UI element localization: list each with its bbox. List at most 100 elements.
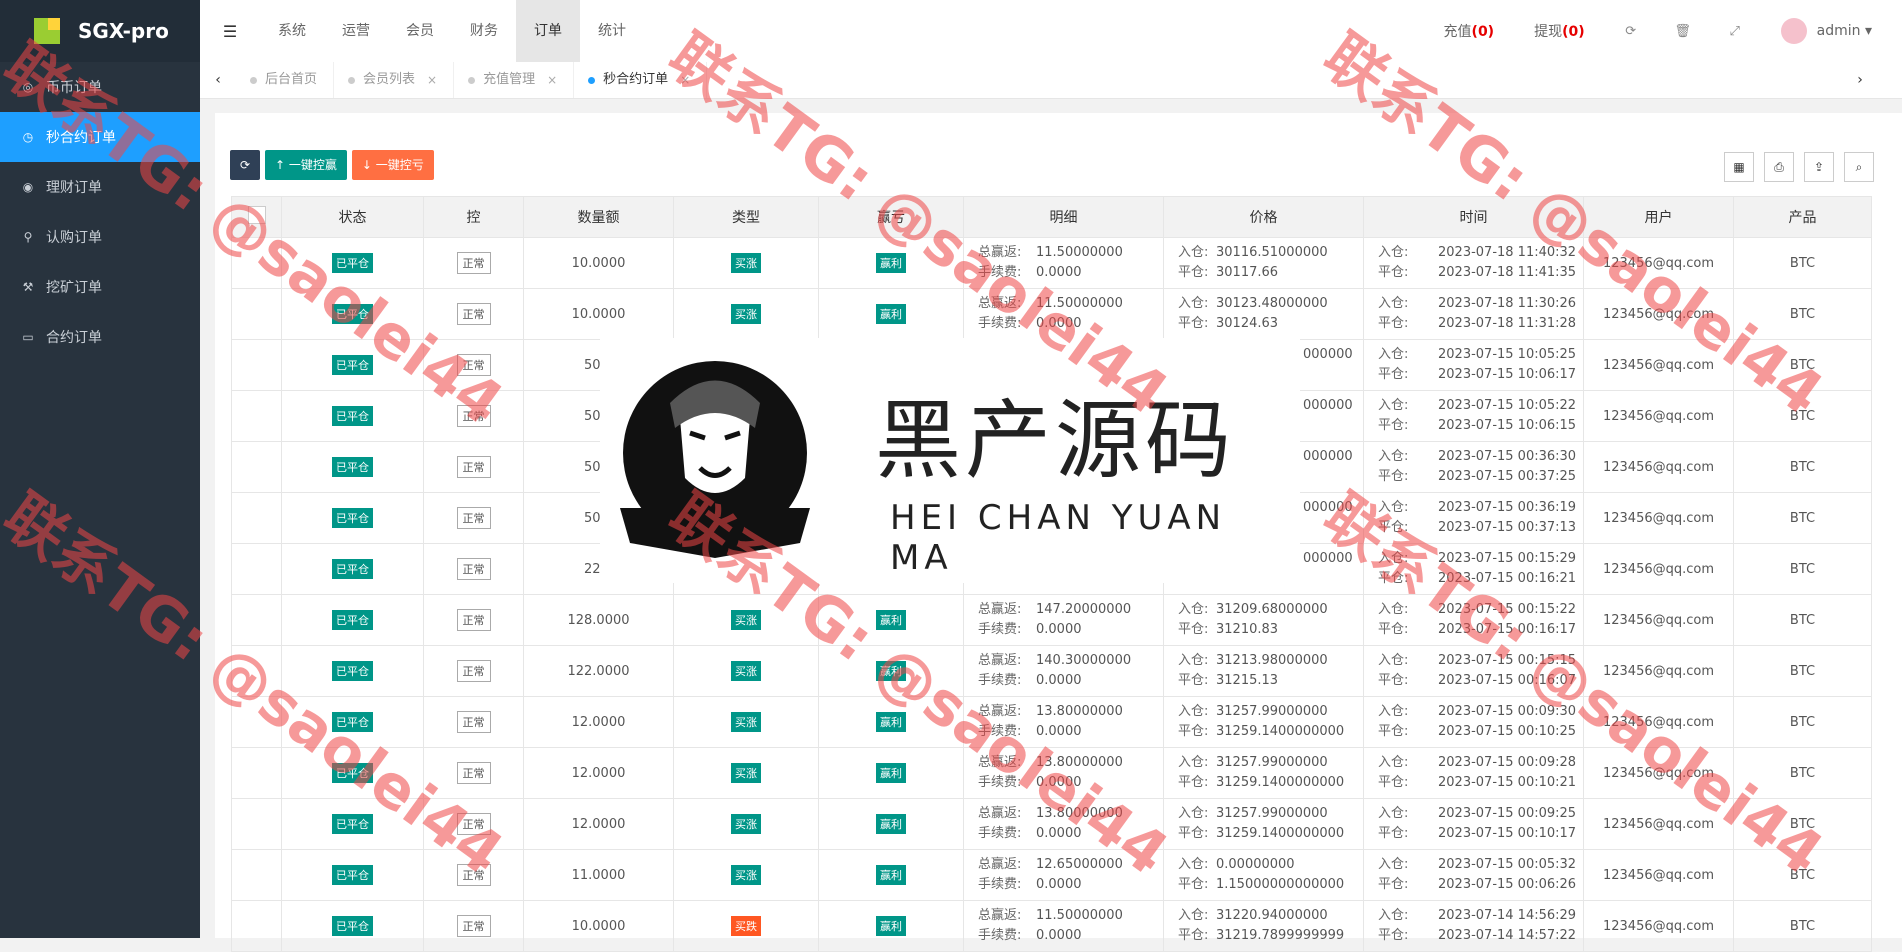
column-header[interactable]: 时间 [1363, 196, 1584, 238]
top-nav-item[interactable]: 会员 [388, 0, 452, 62]
tabs-next-icon[interactable]: › [1842, 72, 1878, 88]
tab[interactable]: 秒合约订单 × [574, 62, 708, 98]
column-header[interactable]: 数量额 [523, 196, 674, 238]
control-select[interactable]: 正常 [456, 813, 491, 835]
status-cell: 已平仓 [281, 288, 424, 340]
control-select[interactable]: 正常 [456, 711, 491, 733]
control-select[interactable]: 正常 [456, 609, 491, 631]
table-row[interactable]: 已平仓 正常 11.0000 买涨 赢利 总赢返: 12.65000000 手续费: 0.000… [231, 849, 1872, 901]
tab-label: 后台首页 [265, 72, 318, 87]
status-cell: 已平仓 [281, 645, 424, 697]
column-header[interactable]: 价格 [1163, 196, 1364, 238]
sidebar-item-label: 认购订单 [46, 230, 102, 246]
tab[interactable]: 会员列表 × [334, 62, 455, 98]
price-cell: 入仓: 31257.99000000 平仓: 31259.1400000000 [1163, 696, 1364, 748]
column-header[interactable]: 产品 [1733, 196, 1872, 238]
type-cell: 买涨 [673, 696, 819, 748]
status-cell: 已平仓 [281, 492, 424, 544]
trash-icon[interactable]: 🗑 [1657, 24, 1709, 39]
top-bar: ☰ 系统 运营 会员 财务 订单 统计 充值(0) 提现(0) ⟳ 🗑 ⤢ admin ▾ [200, 0, 1902, 63]
time-cell: 入仓: 2023-07-15 00:36:30 平仓: 2023-07-15 00:3… [1363, 441, 1584, 493]
table-row[interactable]: 已平仓 正常 10.0000 买跌 赢利 总赢返: 11.50000000 手续费: 0.000… [231, 900, 1872, 952]
user-menu[interactable]: admin ▾ [1780, 18, 1872, 44]
column-header[interactable]: 控 [423, 196, 524, 238]
export-icon[interactable]: ⇪ [1804, 152, 1834, 182]
refresh-icon[interactable]: ⟳ [1605, 24, 1657, 39]
sidebar-item[interactable]: ◉ 理财订单 [0, 162, 200, 212]
sidebar-item[interactable]: ⚒ 挖矿订单 [0, 262, 200, 312]
fullscreen-icon[interactable]: ⤢ [1709, 24, 1761, 39]
control-select[interactable]: 正常 [456, 354, 491, 376]
control-cell: 正常 [423, 390, 524, 442]
print-icon[interactable]: ⎙ [1764, 152, 1794, 182]
status-badge: 已平仓 [332, 559, 373, 579]
control-select[interactable]: 正常 [456, 456, 491, 478]
table-row[interactable]: 已平仓 正常 12.0000 买涨 赢利 总赢返: 13.80000000 手续费: 0.000… [231, 747, 1872, 799]
coin-icon: ◎ [22, 80, 34, 94]
pl-cell: 赢利 [818, 747, 964, 799]
control-select[interactable]: 正常 [456, 405, 491, 427]
finance-icon: ◉ [22, 180, 34, 194]
sidebar-item[interactable]: ◷ 秒合约订单 [0, 112, 200, 162]
sidebar-item[interactable]: ▭ 合约订单 [0, 312, 200, 362]
column-header[interactable]: 状态 [281, 196, 424, 238]
close-icon[interactable]: × [427, 62, 437, 98]
control-select[interactable]: 正常 [456, 660, 491, 682]
tabs-bar: ‹ 后台首页 会员列表 × 充值管理 × 秒合约订单 × › [200, 62, 1902, 99]
app-logo[interactable]: SGX-pro [0, 0, 200, 62]
table-row[interactable]: 已平仓 正常 128.0000 买涨 赢利 总赢返: 147.20000000 手续费: 0.0… [231, 594, 1872, 646]
search-icon[interactable]: ⌕ [1844, 152, 1874, 182]
tabs-prev-icon[interactable]: ‹ [200, 72, 236, 88]
table-row[interactable]: 已平仓 正常 10.0000 买涨 赢利 总赢返: 11.50000000 手续费: 0.000… [231, 237, 1872, 289]
column-header[interactable]: 用户 [1583, 196, 1734, 238]
withdraw-link[interactable]: 提现(0) [1534, 21, 1585, 41]
control-cell: 正常 [423, 339, 524, 391]
sidebar-item[interactable]: ⚲ 认购订单 [0, 212, 200, 262]
control-select[interactable]: 正常 [456, 558, 491, 580]
win-all-button[interactable]: ↑ 一键控赢 [265, 150, 347, 180]
type-badge: 买涨 [731, 253, 761, 273]
column-header[interactable]: 赢亏 [818, 196, 964, 238]
row-select-cell [231, 237, 282, 289]
column-header[interactable]: 类型 [673, 196, 819, 238]
top-nav-item[interactable]: 统计 [580, 0, 644, 62]
table-row[interactable]: 已平仓 正常 122.0000 买涨 赢利 总赢返: 140.30000000 手续费: 0.0… [231, 645, 1872, 697]
menu-toggle-icon[interactable]: ☰ [200, 22, 260, 41]
tab[interactable]: 充值管理 × [454, 62, 575, 98]
status-badge: 已平仓 [332, 406, 373, 426]
user-cell: 123456@qq.com [1583, 237, 1734, 289]
user-cell: 123456@qq.com [1583, 441, 1734, 493]
price-cell: 入仓: 0.00000000 平仓: 1.15000000000000 [1163, 849, 1364, 901]
control-select[interactable]: 正常 [456, 762, 491, 784]
control-select[interactable]: 正常 [456, 507, 491, 529]
table-row[interactable]: 已平仓 正常 12.0000 买涨 赢利 总赢返: 13.80000000 手续费: 0.000… [231, 696, 1872, 748]
top-nav: 系统 运营 会员 财务 订单 统计 [260, 0, 644, 62]
top-nav-item[interactable]: 运营 [324, 0, 388, 62]
control-select[interactable]: 正常 [456, 303, 491, 325]
table-row[interactable]: 已平仓 正常 12.0000 买涨 赢利 总赢返: 13.80000000 手续费: 0.000… [231, 798, 1872, 850]
product-cell: BTC [1733, 849, 1872, 901]
control-select[interactable]: 正常 [456, 915, 491, 937]
control-select[interactable]: 正常 [456, 252, 491, 274]
top-nav-item[interactable]: 系统 [260, 0, 324, 62]
close-icon[interactable]: × [547, 62, 557, 98]
table-row[interactable]: 已平仓 正常 10.0000 买涨 赢利 总赢返: 11.50000000 手续费: 0.000… [231, 288, 1872, 340]
pl-cell: 赢利 [818, 900, 964, 952]
recharge-link[interactable]: 充值(0) [1444, 21, 1495, 41]
select-all-checkbox[interactable] [247, 206, 266, 224]
top-nav-item[interactable]: 订单 [516, 0, 580, 62]
time-cell: 入仓: 2023-07-18 11:40:32 平仓: 2023-07-18 11:4… [1363, 237, 1584, 289]
control-cell: 正常 [423, 696, 524, 748]
top-nav-item[interactable]: 财务 [452, 0, 516, 62]
sidebar-item[interactable]: ◎ 币币订单 [0, 62, 200, 112]
close-icon[interactable]: × [680, 62, 690, 98]
column-header[interactable]: 明细 [963, 196, 1164, 238]
columns-icon[interactable]: ▦ [1724, 152, 1754, 182]
status-cell: 已平仓 [281, 390, 424, 442]
control-select[interactable]: 正常 [456, 864, 491, 886]
refresh-button[interactable]: ⟳ [230, 150, 260, 180]
row-select-cell [231, 543, 282, 595]
amount-cell: 10.0000 [523, 900, 674, 952]
lose-all-button[interactable]: ↓ 一键控亏 [351, 150, 434, 180]
tab[interactable]: 后台首页 [236, 62, 335, 98]
